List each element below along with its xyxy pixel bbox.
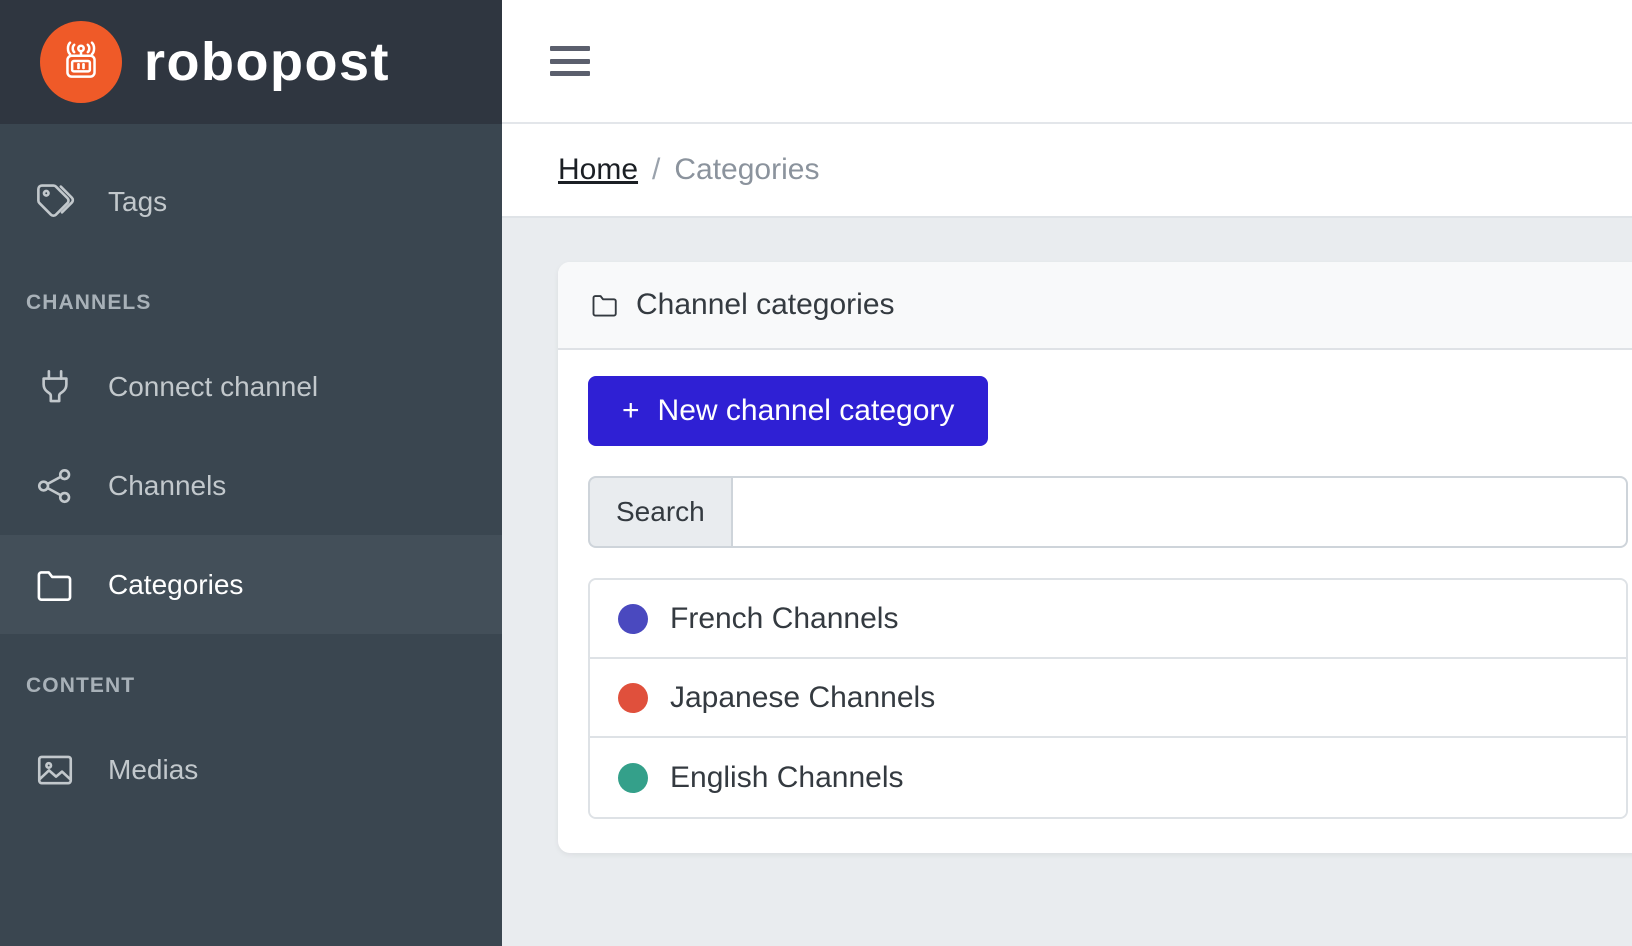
folder-icon <box>590 290 620 320</box>
new-channel-category-button[interactable]: + New channel category <box>588 376 989 446</box>
sidebar-item-label: Channels <box>108 469 227 501</box>
category-label: French Channels <box>670 601 899 635</box>
search-label: Search <box>588 476 731 548</box>
sidebar-section-channels: CHANNELS <box>26 291 152 314</box>
sidebar-item-medias[interactable]: Medias <box>0 720 502 819</box>
tags-icon <box>32 179 78 225</box>
brand-name: robopost <box>144 32 390 92</box>
app-root: robopost Tags CHANNELS Connect channel C… <box>0 0 1632 946</box>
breadcrumb-separator: / <box>652 153 661 186</box>
category-list: French Channels Japanese Channels Englis… <box>588 578 1628 819</box>
category-color-dot <box>618 682 648 713</box>
card-header: Channel categories <box>558 262 1632 350</box>
hamburger-bar <box>550 46 590 51</box>
sidebar-item-channels[interactable]: Channels <box>0 436 502 535</box>
list-item[interactable]: Japanese Channels <box>590 659 1626 738</box>
image-icon <box>32 747 78 793</box>
main-area: Home / Categories Channel categories + N… <box>502 0 1632 946</box>
category-label: English Channels <box>670 760 904 794</box>
plus-icon: + <box>622 394 640 427</box>
sidebar-item-label: Connect channel <box>108 370 319 402</box>
category-color-dot <box>618 603 648 634</box>
robot-icon <box>40 21 122 103</box>
search-input[interactable] <box>730 476 1628 548</box>
hamburger-menu-icon[interactable] <box>550 46 590 76</box>
hamburger-bar <box>550 71 590 76</box>
sidebar-item-label: Categories <box>108 568 244 600</box>
topbar <box>502 0 1632 122</box>
content-area: Channel categories + New channel categor… <box>502 218 1632 946</box>
list-item[interactable]: English Channels <box>590 738 1626 817</box>
brand-header[interactable]: robopost <box>0 0 502 124</box>
sidebar-item-label: Medias <box>108 753 199 785</box>
sidebar-item-tags[interactable]: Tags <box>0 152 502 251</box>
category-color-dot <box>618 762 648 793</box>
breadcrumb: Home / Categories <box>502 122 1632 218</box>
sidebar: robopost Tags CHANNELS Connect channel C… <box>0 0 502 946</box>
sidebar-item-categories[interactable]: Categories <box>0 535 502 634</box>
sidebar-item-connect-channel[interactable]: Connect channel <box>0 337 502 436</box>
category-label: Japanese Channels <box>670 680 936 714</box>
sidebar-nav: Tags CHANNELS Connect channel Channels C… <box>0 124 502 819</box>
breadcrumb-home-link[interactable]: Home <box>558 153 638 187</box>
channel-categories-card: Channel categories + New channel categor… <box>558 262 1632 853</box>
sidebar-section-content: CONTENT <box>26 674 136 697</box>
share-nodes-icon <box>32 463 78 509</box>
plug-icon <box>32 364 78 410</box>
new-channel-category-label: New channel category <box>657 394 955 427</box>
breadcrumb-current: Categories <box>674 153 820 186</box>
sidebar-item-label: Tags <box>108 185 168 217</box>
list-item[interactable]: French Channels <box>590 580 1626 659</box>
folder-icon <box>32 562 78 608</box>
card-title: Channel categories <box>636 288 895 321</box>
search-group: Search <box>588 476 1628 548</box>
card-body: + New channel category Search French Cha… <box>558 350 1632 853</box>
hamburger-bar <box>550 58 590 64</box>
